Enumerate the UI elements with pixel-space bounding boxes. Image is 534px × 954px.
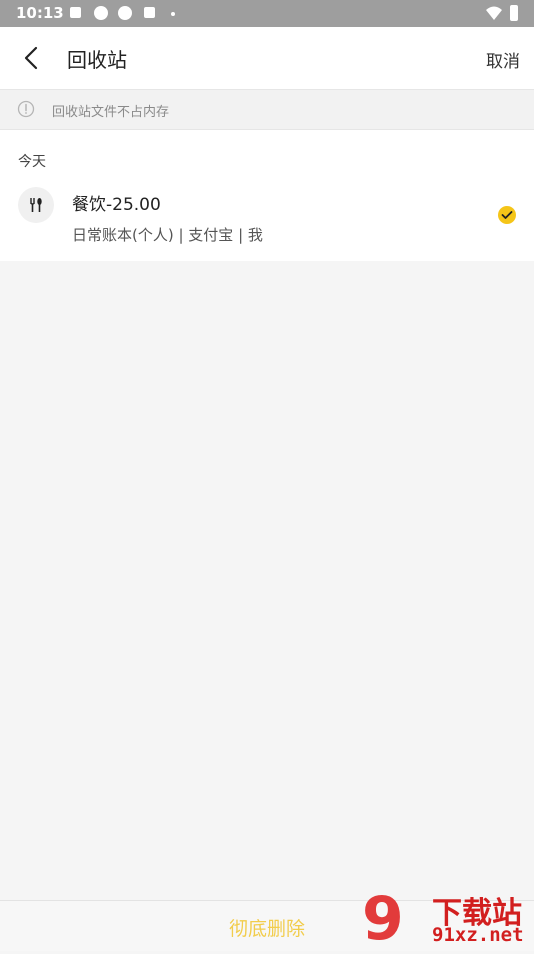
wifi-icon: [486, 6, 502, 20]
status-time: 10:13: [16, 4, 64, 22]
back-arrow-icon[interactable]: [18, 44, 46, 72]
more-notifications-icon: [171, 12, 175, 16]
category-avatar: [18, 187, 54, 223]
record-title: 餐饮-25.00: [72, 195, 161, 215]
date-group-label: 今天: [18, 154, 46, 170]
top-navigation-bar: 回收站 取消: [0, 27, 534, 90]
page-title: 回收站: [67, 48, 127, 72]
cancel-button[interactable]: 取消: [486, 47, 520, 72]
notification-icon: [70, 7, 81, 18]
selected-checkbox[interactable]: [498, 206, 516, 224]
info-icon: [17, 100, 35, 118]
notice-text: 回收站文件不占内存: [52, 105, 170, 120]
site-watermark: 9 下载站 91xz.net: [362, 888, 534, 950]
notification-icon: [144, 7, 155, 18]
record-details: 日常账本(个人) | 支付宝 | 我: [72, 226, 263, 244]
battery-icon: [510, 5, 518, 21]
watermark-logo: 9: [362, 884, 404, 954]
storage-notice-banner: 回收站文件不占内存: [0, 90, 534, 130]
aperture-icon: [94, 6, 108, 20]
deleted-records-list: 今天 餐饮-25.00 日常账本(个人) | 支付宝 | 我: [0, 130, 534, 261]
dining-utensils-icon: [30, 198, 42, 212]
checkmark-icon: [501, 211, 513, 219]
watermark-url: 91xz.net: [432, 924, 524, 946]
aperture-icon: [118, 6, 132, 20]
status-bar: 10:13: [0, 0, 534, 27]
